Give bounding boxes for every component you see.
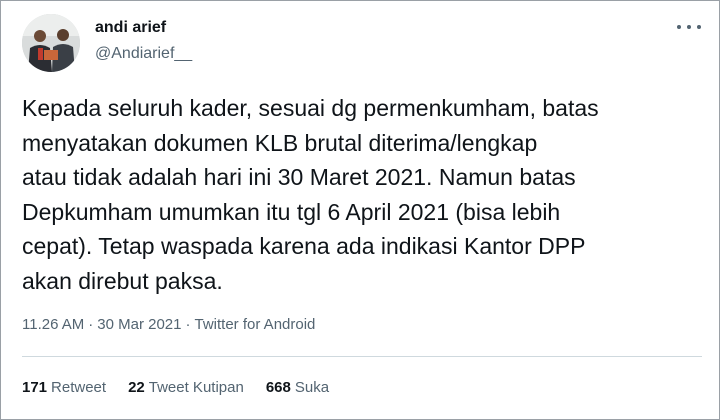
retweets-stat[interactable]: 171 Retweet [22,379,106,396]
likes-stat[interactable]: 668 Suka [266,379,329,396]
tweet-date[interactable]: 30 Mar 2021 [97,316,181,333]
avatar[interactable] [22,14,80,72]
more-icon[interactable] [677,19,701,35]
tweet-stats: 171 Retweet 22 Tweet Kutipan 668 Suka [22,379,351,396]
display-name[interactable]: andi arief [95,19,166,37]
avatar-photo [22,14,80,72]
likes-count: 668 [265,379,291,396]
meta-separator: · [88,316,94,333]
tweet-source[interactable]: Twitter for Android [195,316,316,333]
user-handle[interactable]: @Andiarief__ [95,45,192,63]
likes-label: Suka [294,379,330,396]
retweets-label: Retweet [51,379,107,396]
tweet-card: andi arief @Andiarief__ Kepada seluruh k… [0,0,720,420]
tweet-time[interactable]: 11.26 AM [22,316,84,333]
tweet-meta: 11.26 AM · 30 Mar 2021 · Twitter for Android [22,316,315,333]
quotes-count: 22 [128,379,145,396]
quotes-stat[interactable]: 22 Tweet Kutipan [128,379,244,396]
meta-separator: · [185,316,191,333]
quotes-label: Tweet Kutipan [148,379,244,396]
tweet-text: Kepada seluruh kader, sesuai dg permenku… [22,95,599,294]
retweets-count: 171 [22,379,48,396]
divider [22,356,702,357]
